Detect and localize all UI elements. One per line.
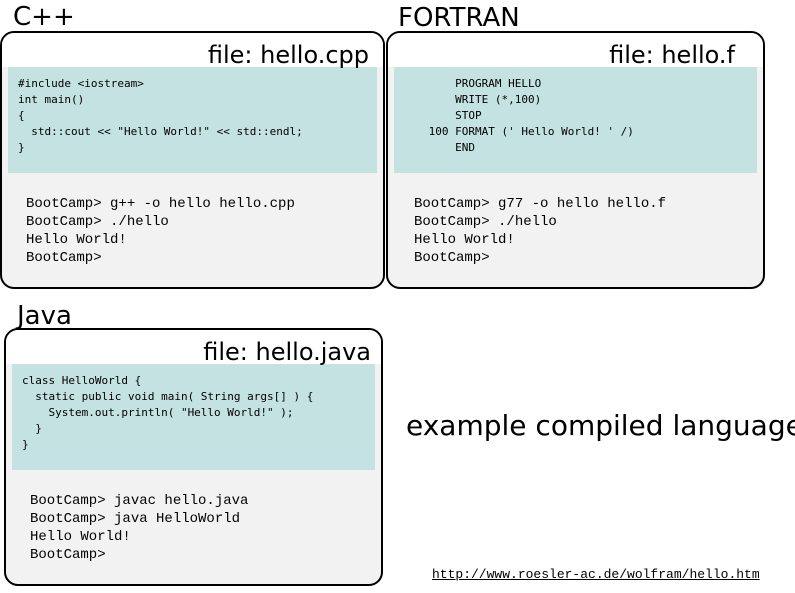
cpp-language-title: C++ (13, 2, 75, 32)
source-url-link[interactable]: http://www.roesler-ac.de/wolfram/hello.h… (432, 567, 760, 582)
cpp-panel: file: hello.cpp #include <iostream> int … (0, 31, 385, 289)
java-panel: file: hello.java class HelloWorld { stat… (4, 328, 383, 586)
fortran-terminal-output: BootCamp> g77 -o hello hello.f BootCamp>… (414, 196, 667, 266)
cpp-file-label: file: hello.cpp (207, 41, 369, 69)
java-file-label: file: hello.java (203, 338, 371, 366)
cpp-panel-header: file: hello.cpp (2, 33, 383, 67)
fortran-file-label: file: hello.f (609, 41, 735, 69)
java-panel-header: file: hello.java (6, 330, 381, 364)
fortran-panel: file: hello.f PROGRAM HELLO WRITE (*,100… (386, 31, 765, 289)
fortran-panel-header: file: hello.f (388, 33, 763, 67)
slide-caption: example compiled languages (406, 409, 795, 442)
cpp-terminal-output: BootCamp> g++ -o hello hello.cpp BootCam… (26, 196, 295, 266)
cpp-code-block: #include <iostream> int main() { std::co… (8, 67, 377, 173)
fortran-code-block: PROGRAM HELLO WRITE (*,100) STOP 100 FOR… (394, 67, 757, 173)
java-terminal-output: BootCamp> javac hello.java BootCamp> jav… (30, 493, 249, 563)
java-code-block: class HelloWorld { static public void ma… (12, 364, 375, 470)
fortran-language-title: FORTRAN (398, 3, 520, 33)
java-language-title: Java (17, 301, 72, 331)
